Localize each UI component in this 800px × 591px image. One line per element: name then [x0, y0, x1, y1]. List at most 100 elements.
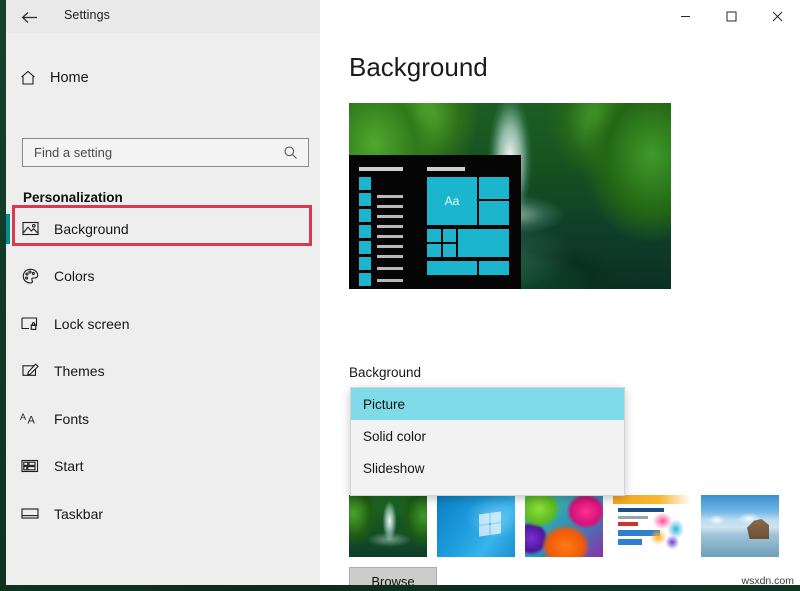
- list-header-bar: [359, 167, 403, 171]
- app-label-line: [377, 195, 403, 198]
- sidebar-section-title: Personalization: [23, 190, 123, 205]
- tile-wide: [458, 229, 509, 257]
- tile-small: [479, 177, 509, 199]
- sidebar-item-fonts[interactable]: A A Fonts: [6, 395, 320, 443]
- app-label-line: [377, 205, 403, 208]
- app-label-line: [377, 225, 403, 228]
- sidebar-item-start[interactable]: Start: [6, 443, 320, 491]
- background-field-label: Background: [349, 365, 422, 380]
- settings-window: Settings Home Find a setting Personaliza…: [6, 0, 800, 585]
- app-block: [359, 177, 371, 190]
- svg-text:A: A: [28, 414, 36, 426]
- sidebar-item-taskbar[interactable]: Taskbar: [6, 490, 320, 538]
- thumbnail-waterfall[interactable]: [349, 495, 427, 557]
- thumbnail-umbrellas[interactable]: [525, 495, 603, 557]
- app-block: [359, 241, 371, 254]
- sidebar-item-colors-label: Colors: [54, 268, 95, 285]
- fonts-aa-icon: A A: [6, 411, 54, 427]
- desktop-preview: Aa: [349, 103, 671, 289]
- watermark: wsxdn.com: [741, 575, 794, 587]
- content-pane: Background Aa Background Picture Solid c…: [320, 33, 800, 585]
- picture-icon: [6, 221, 54, 236]
- tiles-header-bar: [427, 167, 465, 171]
- palette-icon: [6, 268, 54, 285]
- window-title: Settings: [64, 8, 110, 22]
- close-button[interactable]: [754, 0, 800, 33]
- sidebar-item-lock-screen-label: Lock screen: [54, 315, 130, 332]
- app-label-line: [377, 215, 403, 218]
- start-menu-mockup: Aa: [349, 155, 521, 289]
- selection-indicator: [6, 357, 10, 387]
- dropdown-option-picture-label: Picture: [363, 396, 406, 412]
- app-label-line: [377, 245, 403, 248]
- tile-tiny: [427, 229, 441, 242]
- sidebar-item-background[interactable]: Background: [6, 205, 320, 253]
- thumbnail-windows-blue[interactable]: [437, 495, 515, 557]
- tile-wide: [479, 261, 509, 275]
- sidebar-item-themes[interactable]: Themes: [6, 348, 320, 396]
- search-placeholder: Find a setting: [34, 145, 113, 160]
- tile-aa: Aa: [427, 177, 477, 225]
- sidebar-item-home[interactable]: Home: [6, 61, 320, 95]
- ad-subheading: [618, 516, 648, 519]
- app-block: [359, 209, 371, 222]
- dropdown-option-solid-color[interactable]: Solid color: [351, 420, 624, 452]
- selection-indicator: [6, 499, 10, 529]
- svg-text:A: A: [20, 412, 26, 422]
- back-arrow-icon[interactable]: [18, 6, 40, 28]
- ad-price: [618, 522, 638, 526]
- themes-brush-icon: [6, 363, 54, 379]
- app-block: [359, 257, 371, 270]
- dropdown-option-solid-color-label: Solid color: [363, 428, 427, 444]
- search-input[interactable]: Find a setting: [22, 138, 309, 167]
- sidebar-item-background-label: Background: [54, 220, 129, 237]
- browse-button[interactable]: Browse: [349, 567, 437, 585]
- tile-small: [479, 201, 509, 225]
- start-menu-tiles: Aa: [427, 167, 509, 283]
- sidebar-item-taskbar-label: Taskbar: [54, 505, 104, 522]
- selection-indicator: [6, 452, 10, 482]
- minimize-button[interactable]: [662, 0, 708, 33]
- tile-tiny: [443, 244, 456, 257]
- dropdown-option-slideshow-label: Slideshow: [363, 460, 425, 476]
- sidebar-item-lock-screen[interactable]: Lock screen: [6, 300, 320, 348]
- tile-tiny: [443, 229, 456, 242]
- screenshot-root: Settings Home Find a setting Personaliza…: [0, 0, 800, 591]
- tile-aa-label: Aa: [444, 194, 460, 208]
- tile-tiny: [427, 244, 441, 257]
- thumbnail-ad-magicbook[interactable]: [613, 495, 691, 557]
- tile-wide: [427, 261, 477, 275]
- maximize-button[interactable]: [708, 0, 754, 33]
- sidebar-item-fonts-label: Fonts: [54, 410, 90, 427]
- search-icon[interactable]: [283, 145, 308, 160]
- dropdown-option-slideshow[interactable]: Slideshow: [351, 452, 624, 484]
- taskbar-icon: [6, 507, 54, 520]
- selection-indicator: [6, 262, 10, 292]
- lock-screen-icon: [6, 316, 54, 331]
- app-label-line: [377, 235, 403, 238]
- ad-artwork: [645, 511, 689, 551]
- home-icon: [6, 69, 50, 87]
- thumbnail-beach-rock[interactable]: [701, 495, 779, 557]
- window-controls: [662, 0, 800, 33]
- page-title: Background: [349, 52, 488, 82]
- app-block: [359, 225, 371, 238]
- start-menu-app-list: [359, 167, 411, 286]
- selection-indicator: [6, 404, 10, 434]
- app-label-line: [377, 279, 403, 282]
- dropdown-option-picture[interactable]: Picture: [351, 388, 624, 420]
- selection-indicator: [6, 214, 10, 244]
- start-tiles-icon: [6, 459, 54, 473]
- sidebar-nav-list: Background Colors Lock screen Themes A A…: [6, 205, 320, 538]
- sidebar-item-colors[interactable]: Colors: [6, 253, 320, 301]
- app-label-line: [377, 255, 403, 258]
- sidebar-item-start-label: Start: [54, 458, 84, 475]
- sidebar-item-themes-label: Themes: [54, 363, 105, 380]
- background-dropdown-list[interactable]: Picture Solid color Slideshow: [350, 387, 625, 496]
- sidebar: Home Find a setting Personalization Back…: [6, 33, 327, 585]
- app-block: [359, 193, 371, 206]
- sidebar-item-home-label: Home: [50, 70, 89, 86]
- ad-banner-top: [613, 495, 691, 504]
- recent-images-list: [349, 495, 781, 557]
- app-label-line: [377, 267, 403, 270]
